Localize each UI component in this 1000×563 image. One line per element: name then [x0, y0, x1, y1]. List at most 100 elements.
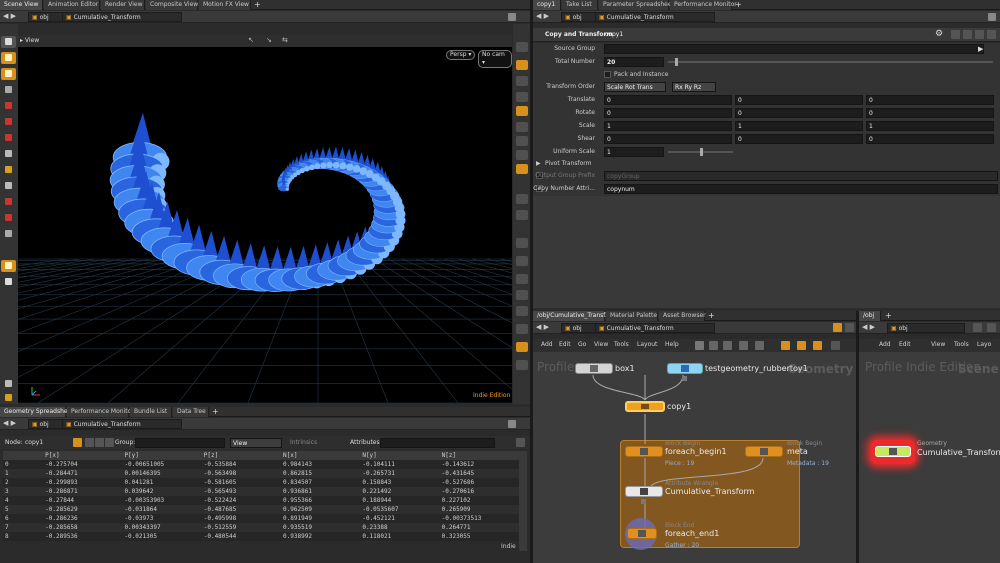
- wireframe-icon[interactable]: [516, 76, 528, 86]
- table-row[interactable]: 3 -0.286871 0.039642 -0.565493 0.936861 0.221…: [3, 487, 519, 496]
- tab-render-view[interactable]: Render View: [101, 0, 145, 10]
- obj-menu-tools[interactable]: Tools: [954, 339, 969, 351]
- move-tool-icon[interactable]: [1, 100, 16, 112]
- param-back-arrow-icon[interactable]: ◀ ▶: [536, 12, 549, 20]
- param-path-node[interactable]: ▣ Cumulative_Transform: [595, 12, 715, 22]
- scale-z[interactable]: 1: [866, 121, 994, 131]
- net-path-obj[interactable]: ▣ obj: [561, 323, 599, 333]
- column-header[interactable]: N[z]: [439, 451, 519, 460]
- ss-settings-icon[interactable]: [516, 438, 525, 447]
- menu-layout[interactable]: Layout: [637, 339, 657, 351]
- column-header[interactable]: P[x]: [43, 451, 123, 460]
- table-row[interactable]: 0 -0.275704 -0.00651005 -0.535884 0.984143 -0…: [3, 460, 519, 469]
- help-tool-icon[interactable]: [1, 392, 16, 404]
- ss-path-obj[interactable]: ▣ obj: [28, 419, 66, 429]
- scale-y[interactable]: 1: [735, 121, 863, 131]
- pose-tool-icon[interactable]: [1, 84, 16, 96]
- tab-animation-editor[interactable]: Animation Editor: [44, 0, 100, 10]
- uniform-scale-field[interactable]: 1: [604, 147, 664, 157]
- param-pin-icon[interactable]: [988, 13, 996, 21]
- prims-filter-icon[interactable]: [95, 438, 104, 447]
- param-info-icon[interactable]: [975, 30, 984, 39]
- abc-icon[interactable]: [516, 324, 528, 334]
- uniform-scale-slider-handle[interactable]: [700, 148, 703, 156]
- net-path-node[interactable]: ▣ Cumulative_Transform: [595, 323, 715, 333]
- tab-performance-monitor[interactable]: Performance Monitor: [67, 407, 134, 417]
- camera-tool-icon[interactable]: [1, 378, 16, 390]
- tab-material-palette[interactable]: Material Palette: [606, 311, 658, 321]
- node-meta[interactable]: [745, 446, 783, 457]
- obj-menu-view[interactable]: View: [931, 339, 945, 351]
- menu-edit[interactable]: Edit: [559, 339, 571, 351]
- snap-icon[interactable]: ↖: [248, 36, 254, 44]
- node-foreach-end[interactable]: [627, 528, 657, 539]
- grid-icon[interactable]: ↘: [266, 36, 272, 44]
- view-tool-icon[interactable]: [1, 52, 16, 64]
- camera-menu[interactable]: No cam ▾: [478, 50, 512, 68]
- spreadsheet-scrollbar[interactable]: [519, 451, 527, 551]
- camera-lock-icon[interactable]: [516, 256, 528, 266]
- orient-icon[interactable]: ⇆: [282, 36, 288, 44]
- tab-composite-view[interactable]: Composite View: [146, 0, 198, 10]
- obj-pin-icon[interactable]: [973, 323, 982, 332]
- net-tool-layout-icon[interactable]: [723, 341, 732, 350]
- snapshot-icon[interactable]: [516, 342, 528, 352]
- net-more-icon[interactable]: [845, 323, 854, 332]
- stereo-icon[interactable]: [516, 360, 528, 370]
- lasso-tool-icon[interactable]: [1, 180, 16, 192]
- table-row[interactable]: 5 -0.285629 -0.031864 -0.487685 0.962509 -0.0…: [3, 505, 519, 514]
- shear-z[interactable]: 0: [866, 134, 994, 144]
- total-number-slider-handle[interactable]: [675, 58, 678, 66]
- scene-path-obj[interactable]: ▣ obj: [28, 12, 66, 22]
- hide-icon[interactable]: [516, 164, 528, 174]
- tab-obj[interactable]: /obj: [859, 311, 881, 321]
- tab-parameter-spreadsheet[interactable]: Parameter Spreadsheet: [599, 0, 674, 10]
- shading-icon[interactable]: [516, 60, 528, 70]
- shear-x[interactable]: 0: [604, 134, 732, 144]
- add-param-tab-icon[interactable]: +: [735, 0, 742, 10]
- add-tab-icon[interactable]: +: [254, 0, 261, 10]
- param-help-icon[interactable]: [951, 30, 960, 39]
- net-tool-wrench-icon[interactable]: [695, 341, 704, 350]
- translate-y[interactable]: 0: [735, 95, 863, 105]
- transform-order-dropdown[interactable]: Scale Rot Trans: [604, 82, 666, 92]
- viewport-3d[interactable]: Persp ▾ No cam ▾ Indie Edition: [18, 47, 512, 403]
- brush-tool-icon[interactable]: [1, 148, 16, 160]
- column-header[interactable]: N[x]: [281, 451, 361, 460]
- rotate-x[interactable]: 0: [604, 108, 732, 118]
- home-icon[interactable]: [516, 210, 528, 220]
- menu-view[interactable]: View: [594, 339, 608, 351]
- param-lock-icon[interactable]: [963, 30, 972, 39]
- table-row[interactable]: 6 -0.286236 -0.03973 -0.495998 0.891949 -0.45…: [3, 514, 519, 523]
- add-bottom-tab-icon[interactable]: +: [212, 407, 219, 417]
- tab-copy1[interactable]: copy1: [533, 0, 561, 10]
- render-tool-icon[interactable]: [1, 260, 16, 272]
- normals-icon[interactable]: [516, 136, 528, 146]
- tab-take-list[interactable]: Take List: [562, 0, 598, 10]
- net-tool-grid-icon[interactable]: [709, 341, 718, 350]
- table-row[interactable]: 7 -0.285658 0.00343397 -0.512559 0.935519 0.2…: [3, 523, 519, 532]
- snap-tool-icon[interactable]: [1, 196, 16, 208]
- points-icon[interactable]: [516, 122, 528, 132]
- lighting-icon[interactable]: [516, 92, 528, 102]
- node-copy1[interactable]: [625, 401, 665, 412]
- tab-geometry-spreadsheet[interactable]: Geometry Spreadsheet: [0, 407, 74, 417]
- net-tool-note-icon[interactable]: [781, 341, 790, 350]
- paint-tool-icon[interactable]: [1, 164, 16, 176]
- measure-tool-icon[interactable]: [1, 228, 16, 240]
- node-box1[interactable]: [575, 363, 613, 374]
- flipbook-icon[interactable]: [516, 290, 528, 300]
- pack-instance-checkbox[interactable]: [604, 71, 611, 78]
- obj-back-arrow-icon[interactable]: ◀ ▶: [862, 323, 875, 331]
- obj-path[interactable]: ▣ obj: [887, 323, 965, 333]
- param-gear-icon[interactable]: ⚙: [935, 29, 943, 39]
- ortho-icon[interactable]: [516, 274, 528, 284]
- tab-bundle-list[interactable]: Bundle List: [130, 407, 172, 417]
- menu-go[interactable]: Go: [578, 339, 586, 351]
- node-geometry[interactable]: [875, 446, 911, 457]
- net-tool-info-icon[interactable]: [831, 341, 840, 350]
- net-pin-icon[interactable]: [833, 323, 842, 332]
- tab-motion-fx-view[interactable]: Motion FX View: [199, 0, 251, 10]
- column-header[interactable]: [3, 451, 44, 460]
- translate-z[interactable]: 0: [866, 95, 994, 105]
